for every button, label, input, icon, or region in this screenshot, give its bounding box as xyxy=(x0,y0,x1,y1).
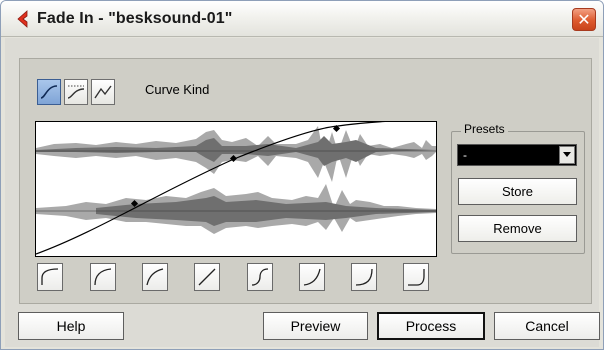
convex-fade-3-button[interactable] xyxy=(142,263,168,291)
process-button[interactable]: Process xyxy=(377,312,485,340)
preset-dropdown[interactable]: - xyxy=(457,144,577,166)
remove-button[interactable]: Remove xyxy=(458,215,577,242)
convex-fade-1-button[interactable] xyxy=(37,263,63,291)
concave-fade-3-icon xyxy=(408,269,425,286)
preset-selected-value: - xyxy=(463,148,467,162)
spline-curve-icon xyxy=(40,85,58,99)
linear-curve-icon xyxy=(94,85,112,99)
damped-spline-curve-icon xyxy=(67,85,85,99)
s-curve-fade-button[interactable] xyxy=(247,263,273,291)
spline-curve-button[interactable] xyxy=(37,79,61,105)
right-channel-waveform xyxy=(36,184,436,234)
damped-spline-curve-button[interactable] xyxy=(64,79,88,105)
convex-fade-2-button[interactable] xyxy=(90,263,116,291)
window-title: Fade In - "besksound-01" xyxy=(37,10,233,27)
convex-fade-2-icon xyxy=(94,268,112,286)
cancel-button[interactable]: Cancel xyxy=(494,312,600,340)
app-logo-icon xyxy=(17,10,28,28)
concave-fade-3-button[interactable] xyxy=(403,263,429,291)
concave-fade-1-button[interactable] xyxy=(299,263,325,291)
chevron-down-icon[interactable] xyxy=(559,146,575,164)
concave-fade-1-icon xyxy=(303,268,321,286)
convex-fade-1-icon xyxy=(41,268,59,285)
waveform-graph xyxy=(36,122,436,255)
linear-fade-button[interactable] xyxy=(194,263,220,291)
help-button[interactable]: Help xyxy=(18,312,124,340)
concave-fade-2-icon xyxy=(355,268,373,286)
linear-fade-icon xyxy=(198,268,216,286)
fade-in-dialog: Fade In - "besksound-01" ✕ Curve Kind Pr… xyxy=(0,0,604,350)
presets-label: Presets xyxy=(461,122,508,136)
close-button[interactable]: ✕ xyxy=(572,8,596,31)
close-icon: ✕ xyxy=(577,9,591,29)
title-bar[interactable]: Fade In - "besksound-01" ✕ xyxy=(1,1,603,37)
waveform-display[interactable] xyxy=(35,121,437,257)
preview-button[interactable]: Preview xyxy=(263,312,368,340)
s-curve-fade-icon xyxy=(251,268,269,286)
concave-fade-2-button[interactable] xyxy=(351,263,377,291)
curve-kind-label: Curve Kind xyxy=(145,82,210,97)
left-channel-waveform xyxy=(36,126,436,182)
linear-curve-button[interactable] xyxy=(91,79,115,105)
convex-fade-3-icon xyxy=(146,268,164,286)
store-button[interactable]: Store xyxy=(458,178,577,205)
